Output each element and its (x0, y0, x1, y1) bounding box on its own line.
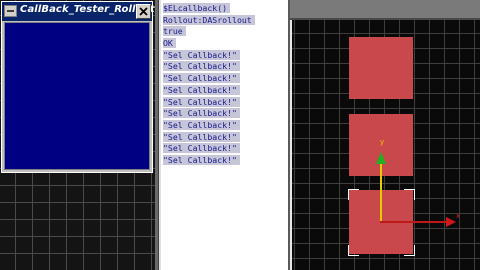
listener-line: "Sel Callback!" (163, 131, 255, 144)
listener-line: "Sel Callback!" (163, 61, 255, 73)
listener-line: "Sel Callback!" (163, 143, 255, 155)
gizmo-x-label: x (456, 212, 461, 220)
active-viewport-border (290, 20, 292, 270)
listener-line: OK (163, 38, 255, 50)
close-icon (139, 7, 148, 16)
gizmo-x-arrow-icon[interactable] (446, 217, 456, 227)
selection-bracket-tl (348, 189, 359, 200)
callback-tester-rollout-window[interactable]: CallBack_Tester_Rollout (1, 1, 155, 173)
listener-scroll-edge (159, 0, 161, 270)
gizmo-y-arrow-icon[interactable] (376, 152, 386, 164)
close-button[interactable] (136, 4, 151, 19)
listener-line: "Sel Callback!" (163, 84, 255, 97)
gizmo-y-axis[interactable] (380, 157, 382, 222)
listener-line: "Sel Callback!" (163, 154, 255, 167)
selection-bracket-br (404, 245, 415, 256)
selection-bracket-tr (404, 189, 415, 200)
listener-line: "Sel Callback!" (163, 96, 255, 109)
listener-line: "Sel Callback!" (163, 73, 255, 85)
listener-output[interactable]: $ELcallback() Rollout:DASrollout true OK… (163, 3, 255, 167)
listener-line: Rollout:DASrollout (163, 14, 255, 27)
selection-bracket-bl (348, 245, 359, 256)
listener-line: "Sel Callback!" (163, 49, 255, 62)
gizmo-y-label: y (380, 138, 385, 146)
listener-line: "Sel Callback!" (163, 108, 255, 120)
listener-line: $ELcallback() (163, 3, 255, 15)
maxscript-listener-panel[interactable]: $ELcallback() Rollout:DASrollout true OK… (158, 0, 288, 270)
rollout-title-bar[interactable]: CallBack_Tester_Rollout (2, 2, 155, 21)
listener-line: true (163, 26, 255, 38)
rollout-title: CallBack_Tester_Rollout (20, 4, 155, 15)
system-menu-icon[interactable] (4, 5, 17, 17)
box-object-top[interactable] (349, 37, 413, 99)
rollout-client-area (4, 22, 150, 170)
listener-line: "Sel Callback!" (163, 119, 255, 132)
viewport-header-bar (290, 0, 480, 20)
gizmo-x-axis[interactable] (380, 221, 450, 223)
